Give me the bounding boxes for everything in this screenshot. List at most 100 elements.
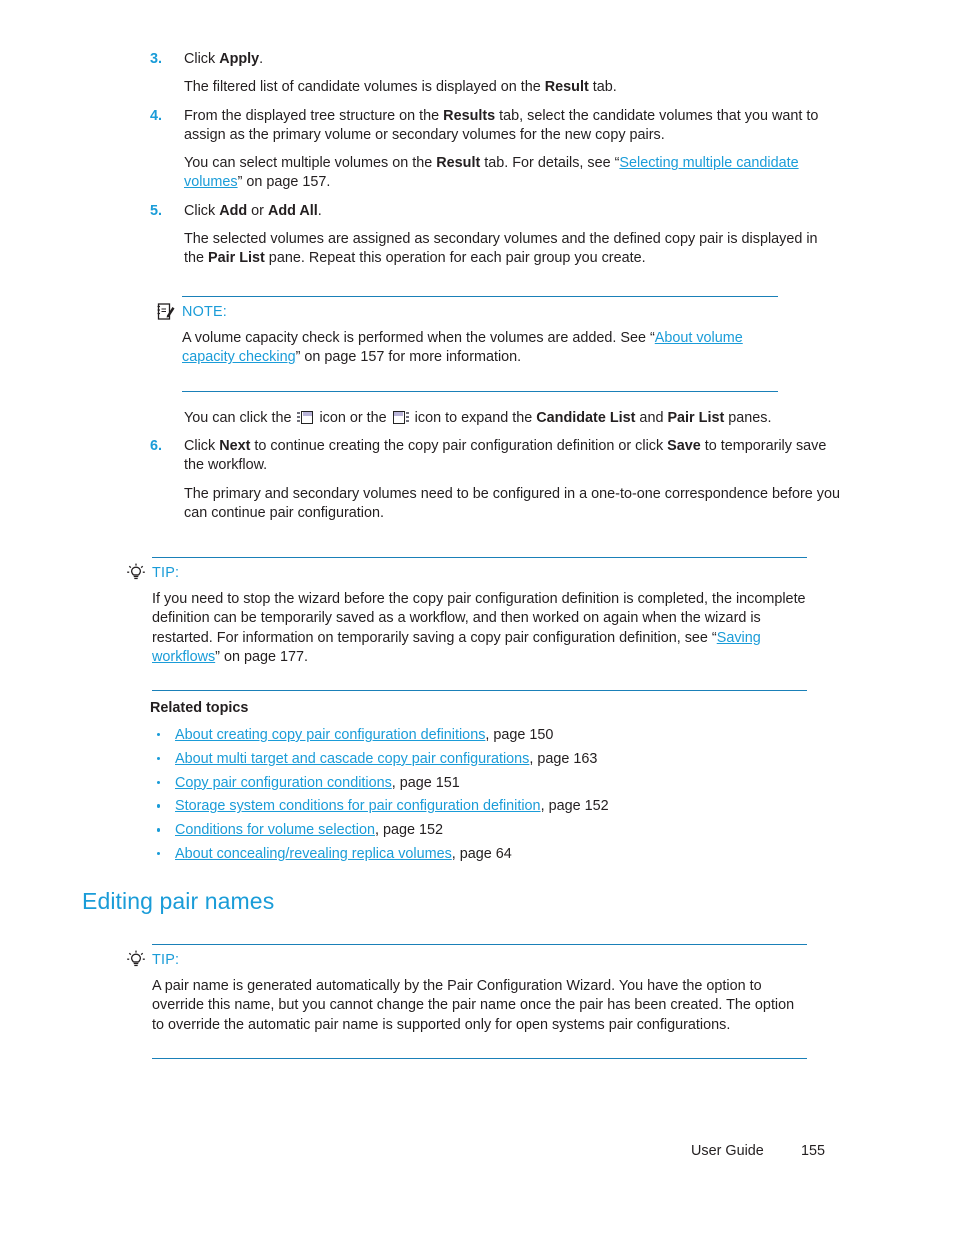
step-6-p2-text-0: The primary and secondary volumes need t… — [184, 485, 840, 521]
step-4-p2-text-2: tab. For details, see “ — [480, 155, 620, 172]
note-p1-text-2: ” on page 157 for more information. — [295, 349, 522, 366]
lightbulb-icon — [126, 563, 146, 583]
notepad-pencil-icon — [156, 302, 176, 322]
step-3-p2-text-2: tab. — [588, 79, 617, 96]
expand-left-panel-icon[interactable] — [297, 411, 314, 424]
tip-one-label: TIP: — [152, 565, 180, 581]
step-4-p2-emphasis-1: Result — [436, 155, 481, 172]
step-3-p2-emphasis-1: Result — [544, 79, 589, 96]
related-topic-page-ref: , page 64 — [451, 845, 512, 862]
page-section-heading: Editing pair names — [82, 888, 275, 914]
expand-panes-text-pre: You can click the — [184, 410, 296, 426]
document-page: 3. Click Apply. The filtered list of candi… — [0, 0, 954, 1235]
bullet-icon — [157, 804, 161, 808]
related-topic-page-ref: , page 151 — [391, 774, 460, 791]
related-topic-item: About multi target and cascade copy pair… — [150, 748, 850, 772]
note-admonition: NOTE: A volume capacity check is perform… — [157, 296, 778, 392]
related-topic-item: About creating copy pair configuration d… — [150, 724, 850, 748]
tip-one-p1-text-2: ” on page 177. — [215, 648, 308, 665]
procedure-step-5: 5. Click Add or Add All. The selected volu… — [150, 202, 840, 269]
expand-panes-text-mid: icon or the — [315, 410, 391, 426]
step-3-p1-emphasis-1: Apply — [219, 51, 260, 67]
candidate-list-label: Candidate List — [536, 410, 636, 426]
related-topic-page-ref: , page 150 — [485, 727, 554, 743]
step-4-p2-text-0: You can select multiple volumes on the — [184, 155, 437, 172]
related-topic-page-ref: , page 152 — [374, 822, 444, 839]
footer-guide-label: User Guide — [691, 1143, 764, 1159]
note-p1-text-0: A volume capacity check is performed whe… — [182, 330, 655, 346]
bullet-icon — [157, 851, 161, 856]
bullet-icon — [157, 780, 161, 784]
expand-panes-text-post-b: and — [635, 410, 668, 426]
bullet-icon — [157, 828, 161, 832]
tip-two-paragraph-1: A pair name is generated automatically b… — [152, 977, 807, 1035]
expand-right-panel-icon[interactable] — [392, 411, 409, 424]
bullet-icon — [157, 733, 161, 737]
related-topic-link[interactable]: About multi target and cascade copy pair… — [175, 751, 529, 767]
note-header: NOTE: — [157, 297, 778, 325]
pair-list-label: Pair List — [667, 410, 725, 426]
tip-admonition-one: TIP: If you need to stop the wizard befo… — [127, 557, 807, 692]
step-5-p1-text-0: Click — [184, 202, 220, 219]
tip-two-header: TIP: — [127, 945, 807, 973]
step-4-body: From the displayed tree structure on the… — [184, 107, 840, 193]
tip-one-p1-text-0: If you need to stop the wizard before th… — [152, 591, 806, 646]
related-topics-list: About creating copy pair configuration d… — [150, 724, 850, 867]
step-6-p1-text-2: to continue creating the copy pair confi… — [250, 438, 668, 454]
step-3-paragraph-2: The filtered list of candidate volumes i… — [184, 78, 840, 97]
related-topic-page-ref: , page 163 — [529, 750, 598, 767]
bullet-icon — [157, 756, 161, 761]
related-topic-item: About concealing/revealing replica volum… — [150, 843, 850, 867]
tip-two-bottom-rule — [152, 1057, 807, 1059]
expand-panes-text-post-a: icon to expand the — [410, 410, 537, 426]
expand-panes-text-post-c: panes. — [724, 410, 772, 426]
note-label: NOTE: — [182, 304, 227, 320]
step-5-p2-text-2: pane. Repeat this operation for each pai… — [264, 250, 646, 267]
procedure-step-3: 3. Click Apply. The filtered list of candi… — [150, 50, 840, 98]
step-3-body: Click Apply. The filtered list of candida… — [184, 50, 840, 98]
step-5-p1-emphasis-1: Add — [219, 202, 248, 219]
procedure-step-list: 3. Click Apply. The filtered list of candi… — [150, 50, 840, 278]
related-topic-link[interactable]: Conditions for volume selection — [175, 822, 375, 838]
procedure-step-6: 6. Click Next to continue creating the c… — [150, 437, 840, 532]
step-5-paragraph-1: Click Add or Add All. — [184, 202, 840, 221]
step-5-p2-emphasis-1: Pair List — [208, 250, 265, 267]
step-5-p1-text-4: . — [317, 202, 322, 219]
note-bottom-rule — [182, 390, 778, 392]
related-topic-link[interactable]: About concealing/revealing replica volum… — [175, 846, 452, 862]
step-3-p1-text-2: . — [259, 51, 264, 67]
step-number-5: 5. — [150, 202, 163, 219]
step-4-p2-text-4: ” on page 157. — [237, 174, 331, 191]
related-topic-item: Copy pair configuration conditions, page… — [150, 772, 850, 796]
step-number-6: 6. — [150, 438, 163, 454]
step-number-3: 3. — [150, 51, 163, 67]
step-4-paragraph-1: From the displayed tree structure on the… — [184, 107, 840, 146]
step-4-p1-emphasis-1: Results — [443, 107, 496, 124]
step-number-4: 4. — [150, 107, 163, 124]
step-5-p1-emphasis-3: Add All — [267, 202, 318, 219]
tip-one-bottom-rule — [152, 690, 807, 692]
step-5-paragraph-2: The selected volumes are assigned as sec… — [184, 230, 840, 269]
lightbulb-icon — [126, 950, 146, 970]
note-body: A volume capacity check is performed whe… — [182, 325, 778, 391]
step-5-p1-text-2: or — [247, 202, 268, 219]
expand-panes-instruction: You can click the icon or the icon to ex… — [184, 409, 844, 428]
tip-one-paragraph-1: If you need to stop the wizard before th… — [152, 590, 807, 667]
step-6-p1-emphasis-1: Next — [219, 438, 251, 454]
step-6-paragraph-2: The primary and secondary volumes need t… — [184, 485, 840, 524]
footer-page-number: 155 — [801, 1143, 826, 1159]
related-topic-link[interactable]: About creating copy pair configuration d… — [175, 727, 485, 743]
step-6-paragraph-1: Click Next to continue creating the copy… — [184, 437, 840, 476]
related-topics-section: Related topics About creating copy pair … — [150, 700, 850, 867]
tip-one-header: TIP: — [127, 558, 807, 586]
tip-admonition-two: TIP: A pair name is generated automatica… — [127, 944, 807, 1059]
step-5-body: Click Add or Add All. The selected volume… — [184, 202, 840, 269]
related-topics-title: Related topics — [150, 700, 249, 716]
step-6-body: Click Next to continue creating the copy… — [184, 437, 840, 523]
related-topic-item: Storage system conditions for pair confi… — [150, 795, 850, 819]
step-3-p2-text-0: The filtered list of candidate volumes i… — [184, 79, 545, 96]
related-topic-link[interactable]: Copy pair configuration conditions — [175, 775, 392, 791]
related-topic-link[interactable]: Storage system conditions for pair confi… — [175, 798, 541, 814]
tip-one-body: If you need to stop the wizard before th… — [152, 586, 807, 690]
tip-two-p1-text-0: A pair name is generated automatically b… — [152, 978, 795, 1033]
